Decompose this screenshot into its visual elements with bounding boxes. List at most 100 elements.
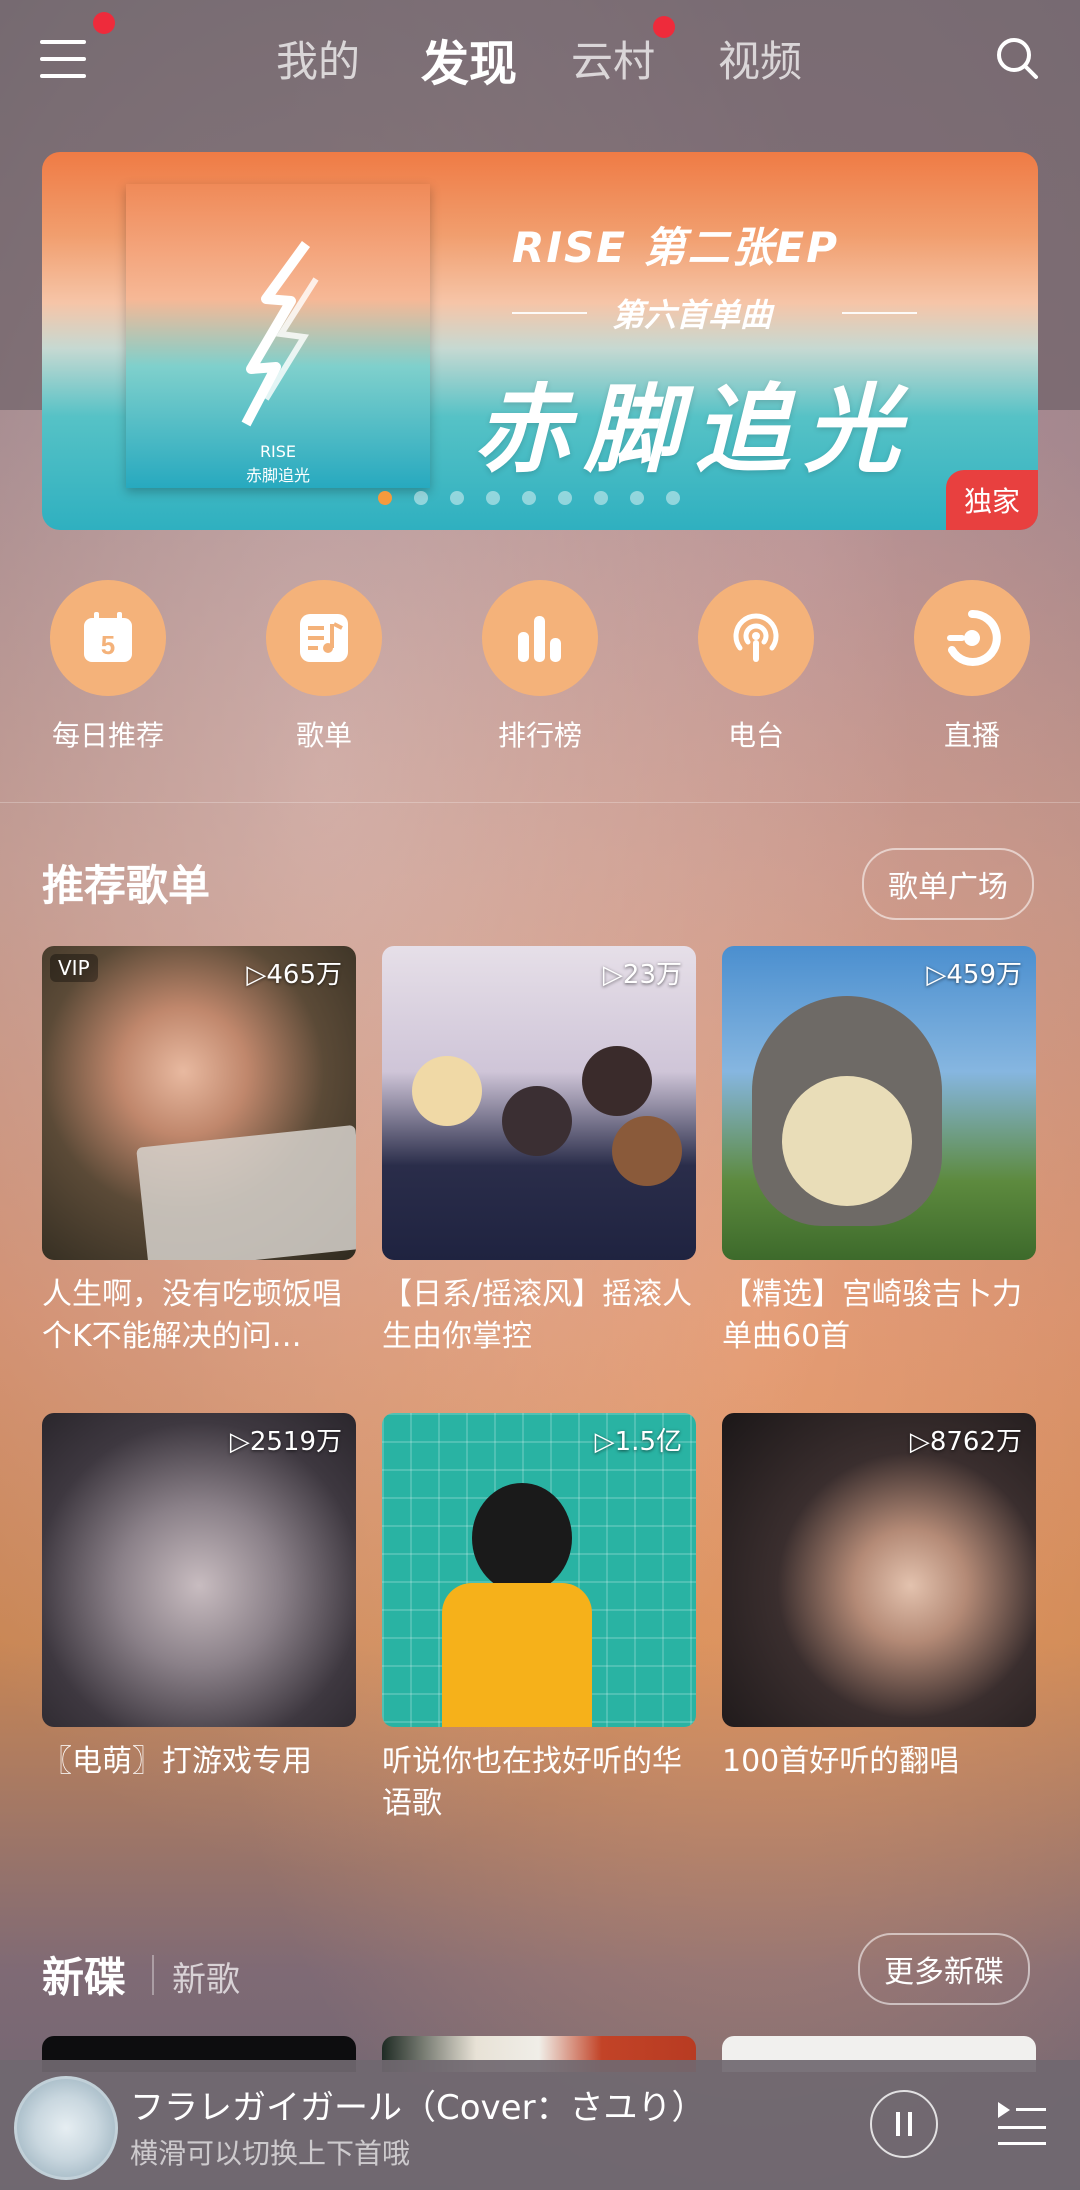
new-songs-tab[interactable]: 新歌 [172,1952,240,2001]
tab-village[interactable]: 云村 [571,28,655,89]
banner-dot [666,491,680,505]
menu-icon[interactable] [40,40,86,80]
cover-detail [412,1056,482,1126]
section-divider [0,802,1080,803]
chart-icon [518,616,561,662]
shortcut-radio[interactable]: 电台 [671,580,841,754]
playlist-title: 人生啊，没有吃顿饭唱个K不能解决的问… [42,1277,342,1354]
cover-detail [612,1116,682,1186]
now-playing-art[interactable] [14,2076,118,2180]
playlist-cover: ▷1.5亿 [382,1413,696,1727]
shortcut-charts[interactable]: 排行榜 [455,580,625,754]
search-icon[interactable] [995,36,1039,80]
playlist-card[interactable]: ▷23万 【日系/摇滚风】摇滚人生由你掌控 [382,946,696,1358]
playlist-title: 100首好听的翻唱 [722,1744,960,1779]
banner-main-title: 赤脚追光 [474,374,914,486]
banner-dot [450,491,464,505]
banner-dot [594,491,608,505]
top-bar: 我的 发现 云村 视频 [0,0,1080,120]
cover-detail [472,1483,572,1593]
play-count: ▷459万 [926,960,1022,990]
cover-detail [582,1046,652,1116]
banner-pagination [378,490,702,505]
banner-ep-title: RISE 第二张EP [512,223,840,272]
playlist-queue-icon[interactable] [994,2096,1050,2152]
cover-detail [442,1583,592,1727]
banner-dot [630,491,644,505]
shortcut-playlist-circle [266,580,382,696]
shortcut-live-label: 直播 [943,719,1000,752]
swipe-hint: 横滑可以切换上下首哦 [130,2137,411,2170]
playlist-cover: ▷459万 [722,946,1036,1260]
banner-dot-active [378,491,392,505]
shortcut-live[interactable]: 直播 [887,580,1057,754]
playlist-card[interactable]: VIP ▷465万 人生啊，没有吃顿饭唱个K不能解决的问… [42,946,356,1358]
cover-artist: RISE [259,442,297,461]
cover-detail [502,1086,572,1156]
playlist-card[interactable]: ▷2519万 〖电萌〗打游戏专用 [42,1413,356,1783]
tab-discover[interactable]: 发现 [421,24,517,94]
tab-mine[interactable]: 我的 [276,28,360,89]
shortcut-playlist-label: 歌单 [295,719,352,752]
play-count: ▷23万 [602,960,682,990]
promo-banner[interactable]: RISE 赤脚追光 RISE 第二张EP 第六首单曲 赤脚追光 独家 [42,152,1038,530]
playlist-title: 听说你也在找好听的华语歌 [382,1744,682,1821]
playlist-cover: VIP ▷465万 [42,946,356,1260]
banner-rule-right [842,312,917,314]
playlist-card[interactable]: ▷1.5亿 听说你也在找好听的华语歌 [382,1413,696,1825]
album-logo-graphic [241,241,319,427]
playlist-card[interactable]: ▷8762万 100首好听的翻唱 [722,1413,1036,1783]
playlist-card[interactable]: ▷459万 【精选】宫崎骏吉卜力单曲60首 [722,946,1036,1358]
calendar-day: 5 [101,630,115,660]
shortcut-daily-label: 每日推荐 [51,719,164,752]
village-notification-dot [653,16,675,38]
calendar-icon: 5 [84,612,132,662]
play-count: ▷465万 [246,960,342,990]
tab-video[interactable]: 视频 [718,28,802,89]
exclusive-badge: 独家 [945,470,1038,530]
playlist-cover: ▷2519万 [42,1413,356,1727]
pause-button[interactable] [870,2090,938,2158]
menu-notification-dot [93,12,115,34]
banner-dot [414,491,428,505]
play-count: ▷2519万 [229,1427,342,1457]
playlist-title: 【日系/摇滚风】摇滚人生由你掌控 [382,1277,693,1354]
shortcut-daily[interactable]: 5 每日推荐 [23,580,193,754]
shortcut-radio-circle [698,580,814,696]
more-albums-button[interactable]: 更多新碟 [858,1933,1030,2005]
live-icon [947,609,1001,666]
playlist-icon [300,614,348,662]
play-count: ▷8762万 [909,1427,1022,1457]
shortcut-playlist[interactable]: 歌单 [239,580,409,754]
new-albums-title[interactable]: 新碟 [42,1944,126,2005]
shortcut-row: 5 每日推荐 歌单 排行榜 电台 直播 [0,580,1080,760]
playlist-title: 〖电萌〗打游戏专用 [42,1744,312,1779]
pause-bar [908,2112,912,2136]
playlist-title: 【精选】宫崎骏吉卜力单曲60首 [722,1277,1022,1354]
shortcut-charts-label: 排行榜 [497,719,582,752]
playlist-cover: ▷23万 [382,946,696,1260]
cover-detail [136,1124,356,1260]
banner-rule-left [512,312,587,314]
recommended-title: 推荐歌单 [42,861,211,910]
playlist-cover: ▷8762万 [722,1413,1036,1727]
pause-bar [896,2112,900,2136]
banner-dot [558,491,572,505]
playlist-square-button[interactable]: 歌单广场 [862,848,1034,920]
banner-dot [522,491,536,505]
shortcut-daily-circle: 5 [50,580,166,696]
play-count: ▷1.5亿 [594,1427,682,1457]
album-cover: RISE 赤脚追光 [126,184,430,488]
radio-icon [733,613,779,662]
vip-badge: VIP [50,954,98,982]
now-playing-title: フラレガイガール（Cover：さユり） [130,2088,706,2128]
mini-player[interactable]: フラレガイガール（Cover：さユり） 横滑可以切换上下首哦 [0,2060,1080,2190]
banner-subtitle: 第六首单曲 [612,296,773,334]
shortcut-live-circle [914,580,1030,696]
shortcut-charts-circle [482,580,598,696]
tab-separator [152,1955,154,1995]
banner-dot [486,491,500,505]
shortcut-radio-label: 电台 [727,719,784,752]
cover-title: 赤脚追光 [245,466,310,485]
cover-detail [782,1076,912,1206]
